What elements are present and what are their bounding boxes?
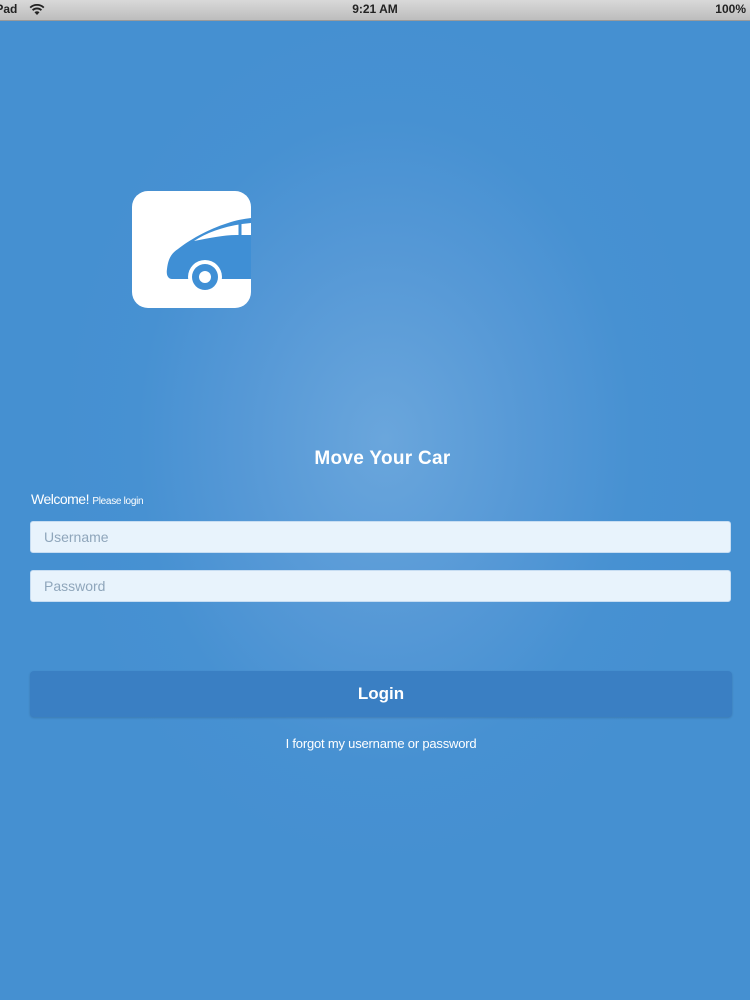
welcome-text: Welcome! Please login <box>31 491 144 507</box>
password-input[interactable] <box>30 570 731 602</box>
status-bar: iPad 9:21 AM 100% <box>0 0 750 21</box>
app-title: Move Your Car <box>314 448 451 469</box>
username-input[interactable] <box>30 521 731 553</box>
car-icon <box>166 218 251 294</box>
status-time: 9:21 AM <box>352 2 398 16</box>
login-button[interactable]: Login <box>30 671 732 717</box>
app-logo <box>132 191 251 308</box>
battery-level: 100% <box>715 2 746 16</box>
forgot-credentials-link[interactable]: I forgot my username or password <box>0 736 750 751</box>
welcome-heading: Welcome! <box>31 491 89 507</box>
welcome-subtext: Please login <box>92 496 144 507</box>
